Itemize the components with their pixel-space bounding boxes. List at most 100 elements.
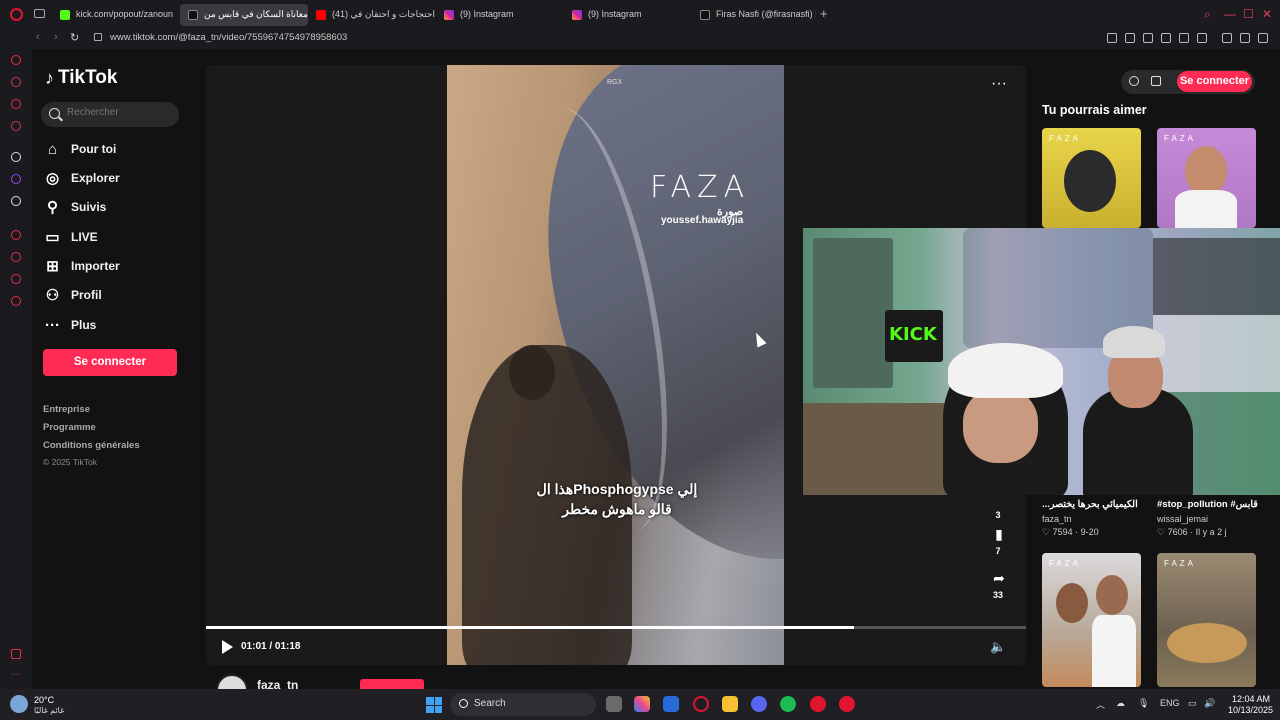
sidebar-instagram-icon[interactable] — [11, 121, 21, 131]
sidebar-messenger-icon[interactable] — [11, 99, 21, 109]
video-caption-line1: هذا الPhosphogypse إلي — [536, 481, 698, 497]
windows-taskbar: 20°C غائم غالبًا Search ︿ ☁ 🎙 ENG ▭ 🔊 12… — [0, 689, 1280, 720]
tab-youtube[interactable]: احتجاجات و احتقان في (41) — [308, 4, 436, 26]
thumbnail-figure — [1096, 575, 1128, 615]
sidebar-speed-dial-icon[interactable] — [11, 55, 21, 65]
url-field[interactable]: www.tiktok.com/@faza_tn/video/7559674754… — [110, 32, 347, 43]
user-plus-icon: ⚲ — [47, 198, 58, 216]
tray-chevron-icon[interactable]: ︿ — [1096, 698, 1105, 711]
download-icon[interactable] — [1240, 33, 1250, 43]
reco-thumbnail[interactable]: FAZA — [1042, 553, 1141, 687]
reco-card-author[interactable]: wissal_jemai — [1157, 514, 1208, 524]
onedrive-icon[interactable]: ☁ — [1116, 698, 1125, 709]
save-button[interactable]: ▮ 7 — [992, 527, 1004, 559]
pin-icon[interactable] — [1107, 33, 1117, 43]
sidebar-more-icon[interactable]: ··· — [11, 669, 21, 680]
search-tabs-icon[interactable]: ⌕ — [1204, 7, 1211, 22]
comment-count[interactable]: 3 — [992, 505, 1004, 523]
device-icon[interactable] — [1151, 76, 1161, 86]
share-button[interactable]: ➦ 33 — [992, 571, 1005, 603]
sidebar-x-icon[interactable] — [11, 196, 21, 206]
shield-icon[interactable] — [1143, 33, 1153, 43]
tab-tiktok-active[interactable]: معاناة السكان في قابس من — [180, 4, 308, 26]
back-icon[interactable]: ‹ — [36, 31, 40, 43]
reco-card-author[interactable]: faza_tn — [1042, 514, 1072, 524]
sidebar-twitch-icon[interactable] — [11, 174, 21, 184]
weather-icon[interactable] — [10, 695, 28, 713]
sidebar-aria-icon[interactable] — [11, 77, 21, 87]
thumbnail-figure — [1185, 146, 1227, 196]
app-icon[interactable] — [839, 696, 855, 712]
reco-thumbnail[interactable]: FAZA — [1042, 128, 1141, 228]
windows-start-icon[interactable] — [426, 697, 442, 713]
language-indicator[interactable]: ENG — [1160, 698, 1180, 708]
sidebar-download-icon[interactable] — [11, 252, 21, 262]
translate-icon[interactable] — [1161, 33, 1171, 43]
sidebar-app-icon[interactable] — [11, 152, 21, 162]
menu-icon[interactable] — [1258, 33, 1268, 43]
more-options-icon[interactable]: ··· — [991, 75, 1007, 93]
top-login-button[interactable]: Se connecter — [1177, 71, 1252, 92]
tab-instagram-1[interactable]: (9) Instagram — [436, 4, 564, 26]
reco-card-title[interactable]: ...الكيميائي بحرها يختصر — [1042, 499, 1138, 510]
play-icon[interactable] — [222, 640, 233, 654]
nav-item-importer[interactable]: ⊞ Importer — [44, 255, 119, 277]
speaker-icon[interactable]: 🔊 — [1204, 698, 1215, 709]
player-icon[interactable] — [1179, 33, 1189, 43]
weather-temperature[interactable]: 20°C — [34, 695, 54, 705]
monitor-icon[interactable]: ▭ — [1188, 698, 1197, 709]
reco-thumbnail[interactable]: FAZA — [1157, 128, 1256, 228]
heart-icon[interactable] — [1197, 33, 1207, 43]
store-icon[interactable] — [663, 696, 679, 712]
opera-gx-icon[interactable] — [810, 696, 826, 712]
tiktok-logo[interactable]: ♪ TikTok — [45, 67, 117, 89]
nav-item-plus[interactable]: ··· Plus — [44, 314, 96, 336]
file-explorer-icon[interactable] — [722, 696, 738, 712]
login-button[interactable]: Se connecter — [43, 349, 177, 376]
progress-bar[interactable] — [206, 626, 1026, 629]
reco-thumbnail[interactable]: FAZA — [1157, 553, 1256, 687]
heart-outline-icon: ♡ — [1157, 527, 1168, 537]
minimize-icon[interactable]: — — [1224, 7, 1236, 21]
discord-icon[interactable] — [751, 696, 767, 712]
footer-link-entreprise[interactable]: Entreprise — [43, 404, 90, 415]
thumbnail-figure — [1064, 150, 1116, 212]
search-bar[interactable] — [41, 102, 179, 127]
nav-item-profil[interactable]: ⚇ Profil — [44, 284, 102, 306]
snapshot-icon[interactable] — [1125, 33, 1135, 43]
footer-link-programme[interactable]: Programme — [43, 422, 96, 433]
new-tab-button[interactable]: + — [820, 7, 828, 20]
tab-instagram-2[interactable]: (9) Instagram — [564, 4, 692, 26]
coins-icon[interactable] — [1129, 76, 1139, 86]
tab-menu-icon[interactable] — [34, 9, 45, 18]
sidebar-extension-icon[interactable] — [11, 274, 21, 284]
footer-link-conditions[interactable]: Conditions générales — [43, 440, 140, 451]
tab-kick[interactable]: kick.com/popout/zanoun — [52, 4, 176, 26]
tab-tiktok-firas[interactable]: Firas Nasfi (@firasnasfi) | — [692, 4, 816, 26]
thumbnail-figure-body — [1175, 190, 1237, 228]
sidebar-history-icon[interactable] — [11, 230, 21, 240]
opera-logo-icon[interactable] — [10, 8, 23, 21]
taskbar-search[interactable]: Search — [450, 693, 596, 716]
reco-card-title[interactable]: #stop_pollution #قابس — [1157, 499, 1258, 510]
taskbar-clock[interactable]: 12:04 AM 10/13/2025 — [1228, 694, 1273, 716]
task-view-icon[interactable] — [606, 696, 622, 712]
microphone-icon[interactable]: 🎙 — [1138, 698, 1149, 709]
reload-icon[interactable]: ↻ — [70, 31, 79, 44]
nav-item-pour-toi[interactable]: ⌂ Pour toi — [44, 138, 116, 160]
nav-item-suivis[interactable]: ⚲ Suivis — [44, 196, 106, 218]
maximize-icon[interactable]: ☐ — [1243, 7, 1254, 21]
spotify-icon[interactable] — [780, 696, 796, 712]
forward-icon[interactable]: › — [54, 31, 58, 43]
opera-taskbar-icon[interactable] — [693, 696, 709, 712]
video-frame[interactable]: RGX FAZA صورة youssef.hawayjia هذا الPho… — [447, 65, 784, 665]
sidebar-settings-icon[interactable] — [11, 296, 21, 306]
copilot-icon[interactable] — [634, 696, 650, 712]
nav-item-live[interactable]: ▭ LIVE — [44, 226, 97, 248]
profile-icon[interactable] — [1222, 33, 1232, 43]
sidebar-gx-icon[interactable] — [11, 649, 21, 659]
volume-icon[interactable]: 🔈 — [990, 639, 1006, 655]
close-icon[interactable]: ✕ — [1262, 7, 1272, 21]
search-input[interactable] — [67, 107, 172, 118]
nav-item-explorer[interactable]: ◎ Explorer — [44, 167, 120, 189]
